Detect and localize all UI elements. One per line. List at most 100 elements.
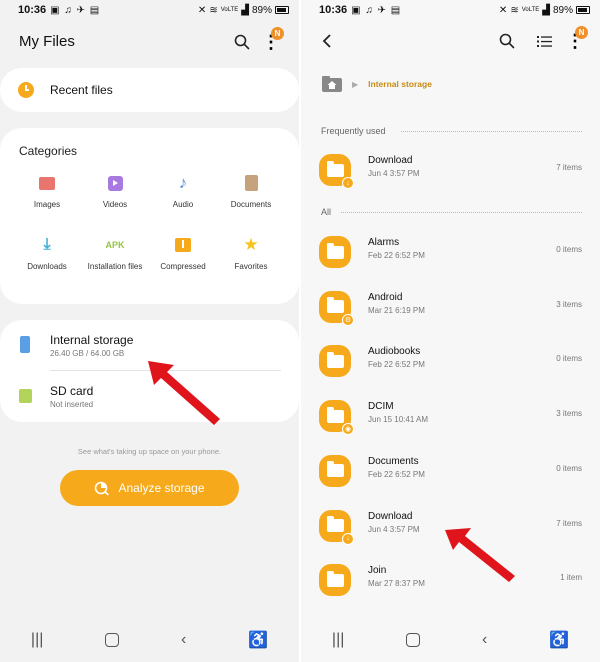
home-button[interactable] [105,633,120,647]
wifi-icon: ≋ [510,4,519,16]
category-documents[interactable]: Documents [216,174,286,210]
folder-badge-icon: ↓ [342,532,354,545]
folder-date: Feb 22 6:52 PM [368,251,425,260]
document-icon [242,174,260,192]
battery-icon [275,6,289,14]
category-installation-files[interactable]: APK Installation files [80,236,150,272]
folder-icon [319,236,351,268]
status-right: ✕ ≋ VoLTE ▟ 89% [499,5,590,16]
folder-name: Android [368,291,403,303]
search-button[interactable] [497,31,517,51]
folder-count: 3 items [556,409,582,419]
breadcrumb: ▶ Internal storage [322,75,432,93]
more-options-button[interactable]: ⋮ N [566,26,588,51]
analyze-storage-button[interactable]: Analyze storage [60,470,239,506]
notification-badge: N [575,26,588,39]
breadcrumb-current[interactable]: Internal storage [368,79,432,89]
composite-screenshot: 10:36 ▣ ♫ ✈ ▤ ✕ ≋ VoLTE ▟ 89% My Files ⋮… [0,0,600,662]
page-title: My Files [19,33,75,50]
home-folder-icon[interactable] [322,76,342,92]
red-arrow-annotation [148,361,220,425]
battery-icon [576,6,590,14]
battery-percent: 89% [552,4,573,16]
list-item[interactable]: Alarms Feb 22 6:52 PM 0 items [301,227,600,281]
my-files-screen: 10:36 ▣ ♫ ✈ ▤ ✕ ≋ VoLTE ▟ 89% My Files ⋮… [0,0,299,662]
back-button[interactable]: ‹ [482,631,487,649]
wifi-icon: ≋ [209,4,218,16]
list-icon [536,35,552,47]
compressed-icon [174,236,192,254]
signal-icon: ▟ [542,4,550,16]
folder-name: Download [368,510,413,522]
folder-date: Feb 22 6:52 PM [368,469,425,479]
volte-label: VoLTE [220,7,239,13]
download-icon: ⤓ [43,236,51,253]
list-view-button[interactable] [534,31,554,51]
search-button[interactable] [232,32,252,52]
folder-count: 0 items [556,463,582,473]
accessibility-button[interactable]: ♿ [248,630,268,650]
frequently-used-header: Frequently used [321,126,386,136]
folder-icon: ◉ [319,400,354,436]
home-button[interactable] [406,633,421,647]
category-favorites[interactable]: ★ Favorites [216,236,286,272]
recent-files-card[interactable]: Recent files [0,68,299,112]
mute-icon: ✕ [498,4,508,16]
status-bar: 10:36 ▣ ♫ ✈ ▤ ✕ ≋ VoLTE ▟ 89% [301,0,600,20]
list-item[interactable]: ↓ Download Jun 4 3:57 PM 7 items [301,145,600,199]
folder-count: 7 items [556,518,582,528]
back-arrow-icon [322,34,331,48]
category-audio[interactable]: ♪ Audio [148,174,218,210]
folder-icon [319,564,351,597]
search-icon [499,33,515,49]
folder-date: Mar 21 6:19 PM [368,305,425,315]
folder-date: Jun 15 10:41 AM [368,415,429,425]
status-time: 10:36 [18,4,47,16]
category-compressed[interactable]: Compressed [148,236,218,272]
battery-percent: 89% [251,4,272,16]
notification-icons: ▣ ♫ ✈ ▤ [351,4,402,16]
category-downloads[interactable]: ⤓ Downloads [12,236,82,272]
star-icon: ★ [243,235,259,254]
folder-icon: ↓ [319,154,354,189]
folder-count: 0 items [556,245,582,254]
back-button[interactable] [317,31,337,51]
folder-icon [319,454,351,487]
category-images[interactable]: Images [12,174,82,210]
notification-badge: N [271,27,284,40]
analyze-icon [95,481,110,496]
category-videos[interactable]: Videos [80,174,150,210]
folder-icon: ⚙ [319,290,354,326]
music-note-icon: ♪ [178,173,188,192]
list-item[interactable]: ◉ DCIM Jun 15 10:41 AM 3 items [301,391,600,445]
back-button[interactable]: ‹ [181,631,186,649]
signal-icon: ▟ [241,4,249,16]
section-divider [341,212,582,213]
folder-count: 3 items [556,299,582,309]
status-time: 10:36 [319,4,348,16]
list-item[interactable]: ⚙ Android Mar 21 6:19 PM 3 items [301,282,600,336]
storage-name: SD card [50,384,94,398]
internal-storage-screen: 10:36 ▣ ♫ ✈ ▤ ✕ ≋ VoLTE ▟ 89% ⋮ N ▶ Inte… [301,0,600,662]
nav-bar: ||| ‹ ♿ [301,618,600,662]
video-icon [106,174,124,192]
mute-icon: ✕ [197,4,207,16]
folder-badge-icon: ◉ [342,423,354,436]
more-options-button[interactable]: ⋮ N [262,27,284,52]
accessibility-button[interactable]: ♿ [549,630,569,650]
list-item[interactable]: Audiobooks Feb 22 6:52 PM 0 items [301,336,600,390]
list-item[interactable]: Documents Feb 22 6:52 PM 0 items [301,446,600,500]
recents-button[interactable]: ||| [31,631,43,649]
folder-badge-icon: ⚙ [342,313,354,326]
storage-detail: 26.40 GB / 64.00 GB [50,349,125,358]
section-divider [401,131,582,132]
folder-date: Feb 22 6:52 PM [368,360,425,370]
phone-icon [20,336,30,353]
analyze-storage-label: Analyze storage [118,481,205,495]
folder-date: Mar 27 8:37 PM [368,579,425,589]
all-header: All [321,207,332,217]
folder-name: Join [368,565,387,577]
search-icon [234,34,250,50]
recents-button[interactable]: ||| [332,631,344,649]
apk-icon: APK [105,240,125,250]
